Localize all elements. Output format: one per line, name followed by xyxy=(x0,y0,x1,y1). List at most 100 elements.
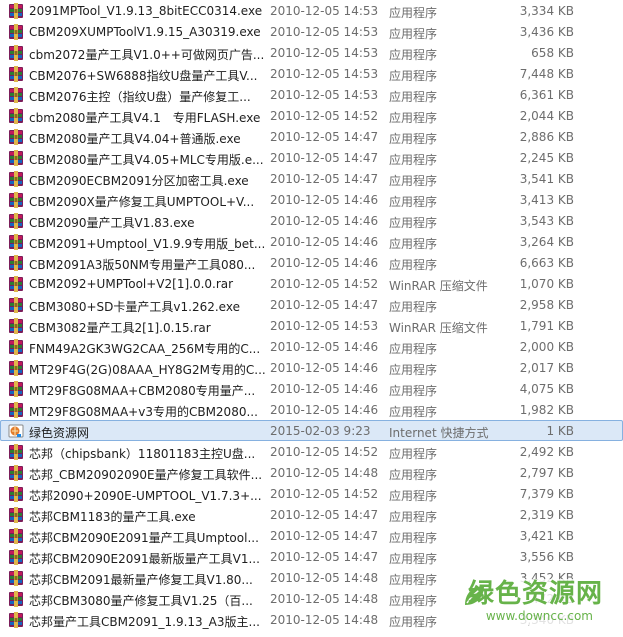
rar-archive-icon xyxy=(8,549,24,565)
file-name: CBM209XUMPToolV1.9.15_A30319.exe xyxy=(29,25,261,39)
rar-archive-icon xyxy=(8,360,24,376)
rar-archive-icon xyxy=(8,318,24,334)
file-row[interactable]: 2091MPTool_V1.9.13_8bitECC0314.exe 2010-1… xyxy=(0,0,623,21)
file-row[interactable]: CBM209XUMPToolV1.9.15_A30319.exe 2010-12-… xyxy=(0,21,623,42)
file-name: 芯邦CBM3080量产修复工具V1.25（百... xyxy=(29,594,253,608)
file-date-modified: 2010-12-05 14:47 xyxy=(270,508,379,522)
file-type: WinRAR 压缩文件 xyxy=(389,321,488,335)
rar-archive-icon xyxy=(8,528,24,544)
file-row[interactable]: 芯邦量产工具CBM2091_1.9.13_A3版主... 2010-12-05 1… xyxy=(0,609,623,630)
file-name: 绿色资源网 xyxy=(29,426,90,440)
file-row[interactable]: 芯邦CBM2091最新量产修复工具V1.80... 2010-12-05 14:4… xyxy=(0,567,623,588)
rar-archive-icon xyxy=(8,150,24,166)
file-date-modified: 2010-12-05 14:52 xyxy=(270,445,379,459)
file-size: 658 KB xyxy=(531,46,574,60)
file-type: 应用程序 xyxy=(389,69,438,83)
file-date-modified: 2015-02-03 9:23 xyxy=(270,424,371,438)
file-row[interactable]: 绿色资源网 2015-02-03 9:23 Internet 快捷方式 1 KB xyxy=(0,420,623,441)
file-date-modified: 2010-12-05 14:53 xyxy=(270,67,379,81)
file-type: 应用程序 xyxy=(389,111,438,125)
file-row[interactable]: CBM2080量产工具V4.05+MLC专用版.e... 2010-12-05 1… xyxy=(0,147,623,168)
file-date-modified: 2010-12-05 14:52 xyxy=(270,277,379,291)
file-size: 3,340 KB xyxy=(519,613,574,627)
file-row[interactable]: MT29F8G08MAA+CBM2080专用量产... 2010-12-05 14… xyxy=(0,378,623,399)
file-type: WinRAR 压缩文件 xyxy=(389,279,488,293)
file-size: 3,556 KB xyxy=(519,550,574,564)
file-row[interactable]: CBM2076+SW6888指纹U盘量产工具V... 2010-12-05 14:… xyxy=(0,63,623,84)
file-row[interactable]: CBM3082量产工具2[1].0.15.rar 2010-12-05 14:53… xyxy=(0,315,623,336)
file-row[interactable]: cbm2072量产工具V1.0++可做网页广告... 2010-12-05 14:… xyxy=(0,42,623,63)
file-type: 应用程序 xyxy=(389,531,438,545)
file-row[interactable]: 芯邦2090+2090E-UMPTOOL_V1.7.3+... 2010-12-0… xyxy=(0,483,623,504)
file-type: 应用程序 xyxy=(389,552,438,566)
file-name: CBM2091A3版50NM专用量产工具080... xyxy=(29,258,256,272)
file-size: 2,245 KB xyxy=(519,151,574,165)
file-date-modified: 2010-12-05 14:53 xyxy=(270,88,379,102)
file-name: CBM2080量产工具V4.05+MLC专用版.e... xyxy=(29,153,264,167)
file-row[interactable]: 芯邦_CBM20902090E量产修复工具软件... 2010-12-05 14:… xyxy=(0,462,623,483)
file-type: 应用程序 xyxy=(389,6,438,20)
file-row[interactable]: CBM3080+SD卡量产工具v1.262.exe 2010-12-05 14:4… xyxy=(0,294,623,315)
file-date-modified: 2010-12-05 14:48 xyxy=(270,466,379,480)
file-date-modified: 2010-12-05 14:48 xyxy=(270,592,379,606)
file-row[interactable]: CBM2091A3版50NM专用量产工具080... 2010-12-05 14:… xyxy=(0,252,623,273)
file-row[interactable]: CBM2080量产工具V4.04+普通版.exe 2010-12-05 14:47… xyxy=(0,126,623,147)
file-date-modified: 2010-12-05 14:48 xyxy=(270,613,379,627)
file-name: 芯邦2090+2090E-UMPTOOL_V1.7.3+... xyxy=(29,489,262,503)
file-row[interactable]: 芯邦CBM2090E2091最新版量产工具V1... 2010-12-05 14:… xyxy=(0,546,623,567)
rar-archive-icon xyxy=(8,129,24,145)
file-size: 472 KB xyxy=(531,592,574,606)
file-row[interactable]: CBM2092+UMPTool+V2[1].0.0.rar 2010-12-05 … xyxy=(0,273,623,294)
file-row[interactable]: 芯邦（chipsbank）11801183主控U盘... 2010-12-05 1… xyxy=(0,441,623,462)
rar-archive-icon xyxy=(8,24,24,40)
file-name: 芯邦_CBM20902090E量产修复工具软件... xyxy=(29,468,263,482)
file-date-modified: 2010-12-05 14:47 xyxy=(270,151,379,165)
file-row[interactable]: CBM2090量产工具V1.83.exe 2010-12-05 14:46 应用程序… xyxy=(0,210,623,231)
rar-archive-icon xyxy=(8,339,24,355)
file-type: 应用程序 xyxy=(389,174,438,188)
file-row[interactable]: CBM2076主控（指纹U盘）量产修复工... 2010-12-05 14:53 应… xyxy=(0,84,623,105)
file-size: 2,319 KB xyxy=(519,508,574,522)
file-date-modified: 2010-12-05 14:53 xyxy=(270,319,379,333)
file-size: 3,264 KB xyxy=(519,235,574,249)
file-name: cbm2080量产工具V4.1 专用FLASH.exe xyxy=(29,111,261,125)
file-name: 2091MPTool_V1.9.13_8bitECC0314.exe xyxy=(29,4,263,18)
file-size: 2,958 KB xyxy=(519,298,574,312)
rar-archive-icon xyxy=(8,255,24,271)
file-name: 芯邦CBM2091最新量产修复工具V1.80... xyxy=(29,573,253,587)
file-size: 2,017 KB xyxy=(519,361,574,375)
file-size: 7,448 KB xyxy=(519,67,574,81)
file-row[interactable]: cbm2080量产工具V4.1 专用FLASH.exe 2010-12-05 14… xyxy=(0,105,623,126)
file-row[interactable]: CBM2090ECBM2091分区加密工具.exe 2010-12-05 14:4… xyxy=(0,168,623,189)
file-name: 芯邦CBM2090E2091量产工具Umptool... xyxy=(29,531,259,545)
rar-archive-icon xyxy=(8,570,24,586)
rar-archive-icon xyxy=(8,234,24,250)
file-size: 3,421 KB xyxy=(519,529,574,543)
file-row[interactable]: 芯邦CBM1183的量产工具.exe 2010-12-05 14:47 应用程序 2,… xyxy=(0,504,623,525)
file-size: 2,000 KB xyxy=(519,340,574,354)
file-date-modified: 2010-12-05 14:46 xyxy=(270,193,379,207)
file-name: MT29F8G08MAA+CBM2080专用量产... xyxy=(29,384,256,398)
file-row[interactable]: CBM2091+Umptool_V1.9.9专用版_bet... 2010-12-… xyxy=(0,231,623,252)
file-row[interactable]: CBM2090X量产修复工具UMPTOOL+V... 2010-12-05 14:… xyxy=(0,189,623,210)
file-row[interactable]: 芯邦CBM2090E2091量产工具Umptool... 2010-12-05 1… xyxy=(0,525,623,546)
internet-shortcut-icon xyxy=(8,423,24,439)
file-row[interactable]: MT29F8G08MAA+v3专用的CBM2080... 2010-12-05 1… xyxy=(0,399,623,420)
file-date-modified: 2010-12-05 14:47 xyxy=(270,550,379,564)
rar-archive-icon xyxy=(8,465,24,481)
file-row[interactable]: 芯邦CBM3080量产修复工具V1.25（百... 2010-12-05 14:4… xyxy=(0,588,623,609)
file-type: 应用程序 xyxy=(389,615,438,629)
rar-archive-icon xyxy=(8,591,24,607)
file-type: 应用程序 xyxy=(389,384,438,398)
file-name: CBM2092+UMPTool+V2[1].0.0.rar xyxy=(29,277,234,291)
file-date-modified: 2010-12-05 14:52 xyxy=(270,109,379,123)
file-date-modified: 2010-12-05 14:46 xyxy=(270,340,379,354)
rar-archive-icon xyxy=(8,3,24,19)
rar-archive-icon xyxy=(8,612,24,628)
file-date-modified: 2010-12-05 14:53 xyxy=(270,46,379,60)
file-name: CBM2091+Umptool_V1.9.9专用版_bet... xyxy=(29,237,266,251)
file-row[interactable]: MT29F4G(2G)08AAA_HY8G2M专用的C... 2010-12-05… xyxy=(0,357,623,378)
file-row[interactable]: FNM49A2GK3WG2CAA_256M专用的C... 2010-12-05 1… xyxy=(0,336,623,357)
file-date-modified: 2010-12-05 14:47 xyxy=(270,529,379,543)
file-date-modified: 2010-12-05 14:47 xyxy=(270,130,379,144)
